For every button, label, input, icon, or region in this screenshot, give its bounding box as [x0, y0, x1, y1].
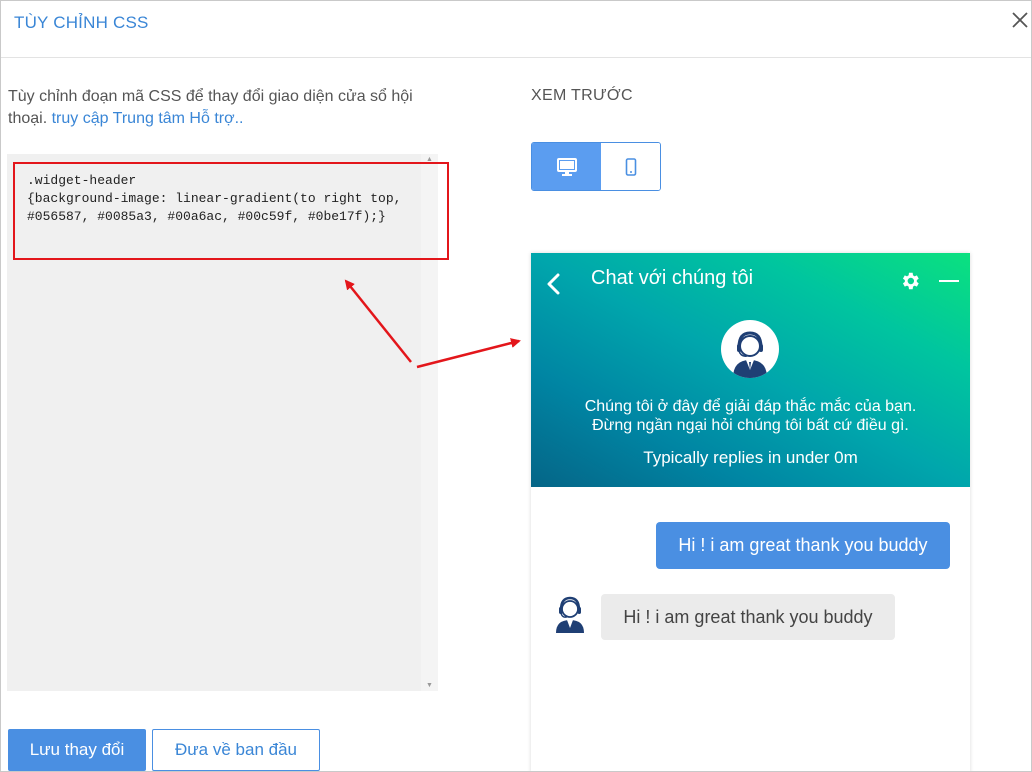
widget-header: Chat với chúng tôi Chúng tôi ở đây để gi…	[531, 253, 970, 487]
close-button[interactable]	[1009, 9, 1031, 31]
close-icon	[1012, 12, 1028, 28]
dialog-title: TÙY CHỈNH CSS	[14, 13, 149, 32]
scroll-down-arrow-icon[interactable]: ▼	[426, 682, 433, 689]
help-center-link[interactable]: truy cập Trung tâm Hỗ trợ..	[52, 110, 244, 127]
chat-widget-preview: Chat với chúng tôi Chúng tôi ở đây để gi…	[531, 253, 970, 771]
preview-label: XEM TRƯỚC	[531, 87, 633, 104]
editor-description: Tùy chỉnh đoạn mã CSS để thay đổi giao d…	[8, 86, 448, 130]
support-agent-icon	[556, 596, 584, 633]
dialog-header: TÙY CHỈNH CSS	[1, 1, 1031, 58]
mobile-view-button[interactable]	[601, 143, 660, 190]
agent-avatar-small	[551, 593, 589, 633]
support-agent-icon	[722, 321, 778, 378]
intro-line-2: Đừng ngần ngại hỏi chúng tôi bất cứ điều…	[592, 417, 909, 434]
reset-button[interactable]: Đưa về ban đầu	[152, 729, 320, 771]
gear-icon[interactable]	[899, 270, 921, 292]
mobile-icon	[625, 157, 636, 176]
css-customize-dialog: TÙY CHỈNH CSS Tùy chỉnh đoạn mã CSS để t…	[0, 0, 1032, 772]
device-toggle	[531, 142, 661, 191]
save-button[interactable]: Lưu thay đổi	[8, 729, 146, 771]
desktop-icon	[556, 157, 577, 176]
widget-title: Chat với chúng tôi	[591, 267, 754, 289]
desktop-view-button[interactable]	[532, 143, 601, 190]
code-highlight-box	[13, 162, 449, 260]
back-chevron-icon[interactable]	[545, 273, 563, 295]
agent-avatar-large	[721, 320, 779, 378]
agent-message-bubble: Hi ! i am great thank you buddy	[601, 594, 895, 640]
reply-time-text: Typically replies in under 0m	[643, 448, 858, 467]
minimize-icon[interactable]	[939, 280, 959, 282]
intro-line-1: Chúng tôi ở đây để giải đáp thắc mắc của…	[584, 398, 917, 415]
visitor-message-bubble: Hi ! i am great thank you buddy	[656, 522, 950, 569]
